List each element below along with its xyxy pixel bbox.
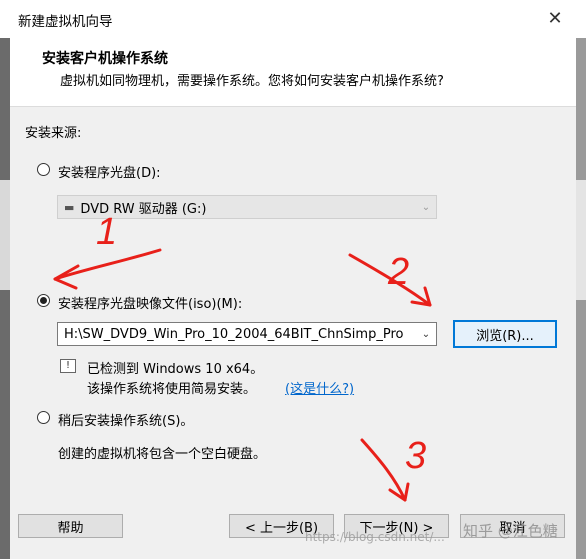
disc-radio[interactable]: [37, 163, 50, 176]
background-window-left-gap: [0, 180, 10, 290]
drive-select[interactable]: ▬ DVD RW 驱动器 (G:) ⌄: [57, 195, 437, 219]
detected-os-text: 已检测到 Windows 10 x64。: [87, 362, 264, 377]
window-title: 新建虚拟机向导: [18, 14, 113, 30]
close-icon[interactable]: ✕: [540, 4, 570, 32]
easy-install-text: 该操作系统将使用简易安装。: [87, 382, 257, 397]
zhihu-watermark: 知乎 @江色糖: [463, 522, 558, 540]
page-title: 安装客户机操作系统: [42, 51, 168, 67]
chevron-down-icon: ⌄: [421, 201, 431, 213]
background-window-right-gap: [576, 180, 586, 300]
iso-radio[interactable]: [37, 294, 50, 307]
later-description: 创建的虚拟机将包含一个空白硬盘。: [58, 447, 267, 462]
drive-select-value: DVD RW 驱动器 (G:): [80, 201, 207, 217]
browse-button[interactable]: 浏览(R)...: [453, 320, 557, 348]
disc-option-label[interactable]: 安装程序光盘(D):: [58, 162, 161, 181]
window-titlebar: 新建虚拟机向导 ✕: [0, 0, 586, 38]
info-icon: !: [60, 359, 76, 373]
dvd-drive-icon: ▬: [64, 200, 75, 214]
iso-option-label[interactable]: 安装程序光盘映像文件(iso)(M):: [58, 293, 242, 312]
install-source-label: 安装来源:: [25, 126, 82, 141]
whats-this-link[interactable]: (这是什么?): [285, 378, 354, 397]
chevron-down-icon: ⌄: [421, 328, 431, 340]
iso-path-select[interactable]: H:\SW_DVD9_Win_Pro_10_2004_64BIT_ChnSimp…: [57, 322, 437, 346]
iso-path-value: H:\SW_DVD9_Win_Pro_10_2004_64BIT_ChnSimp…: [64, 326, 404, 342]
page-subtitle: 虚拟机如同物理机，需要操作系统。您将如何安装客户机操作系统?: [60, 74, 444, 89]
help-button[interactable]: 帮助: [18, 514, 123, 538]
wizard-body: 安装来源: 安装程序光盘(D): ▬ DVD RW 驱动器 (G:) ⌄ 安装程…: [10, 107, 576, 499]
later-option-label[interactable]: 稍后安装操作系统(S)。: [58, 410, 193, 429]
later-radio[interactable]: [37, 411, 50, 424]
csdn-watermark: https://blog.csdn.net/...: [305, 530, 445, 544]
wizard-header: 安装客户机操作系统 虚拟机如同物理机，需要操作系统。您将如何安装客户机操作系统?: [10, 38, 576, 107]
